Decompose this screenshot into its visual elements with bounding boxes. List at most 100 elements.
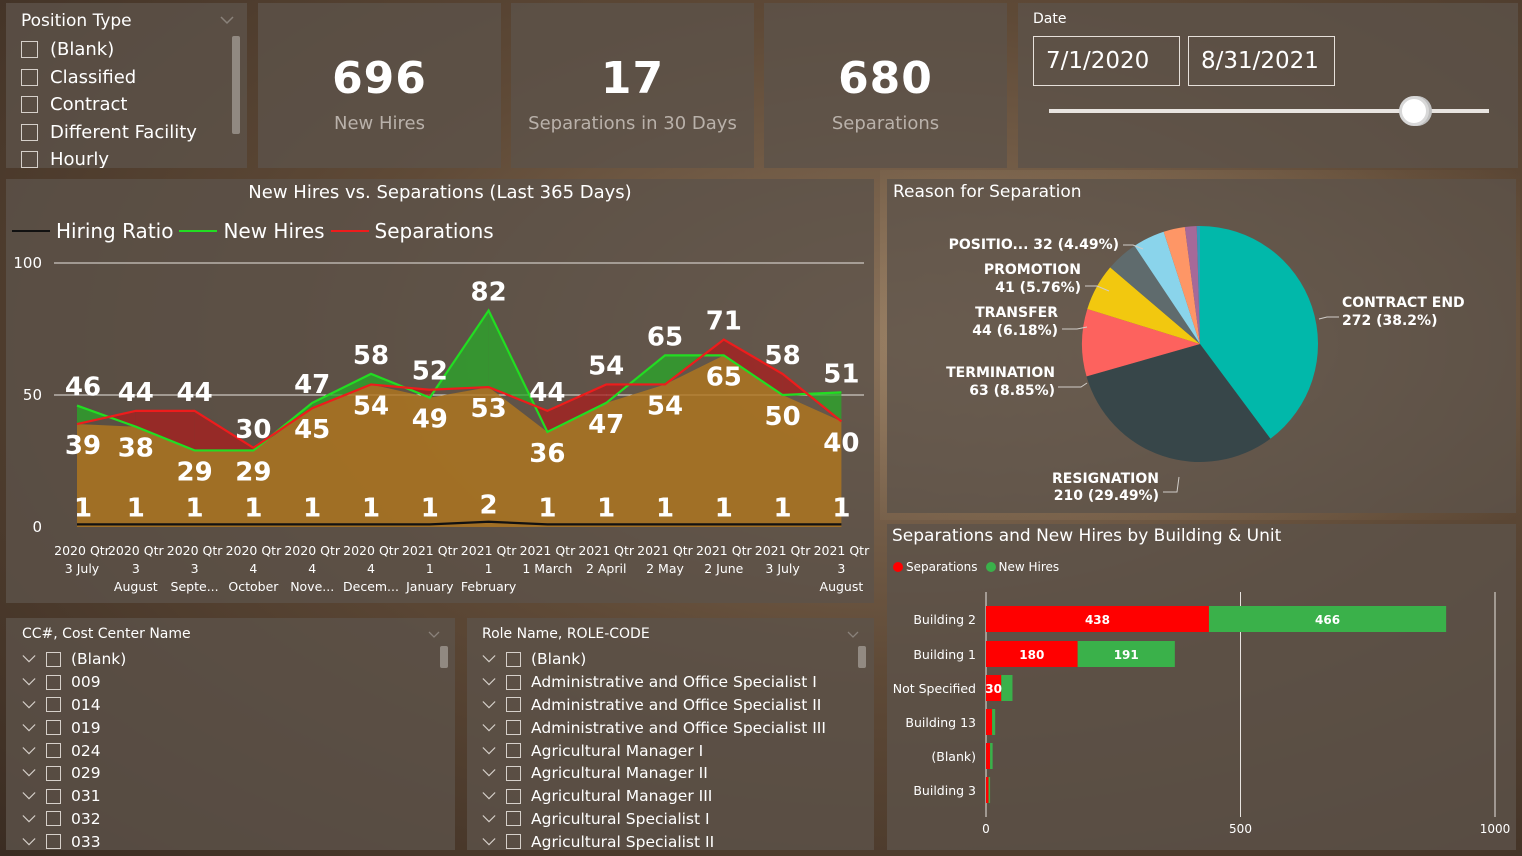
card-label: New Hires	[334, 113, 425, 134]
card-separations-30-days: 17 Separations in 30 Days	[511, 3, 754, 168]
x-tick-label: October	[228, 579, 279, 594]
checkbox-icon[interactable]	[21, 151, 38, 168]
new-hires-bar[interactable]	[1001, 675, 1013, 701]
expand-chevron-icon[interactable]	[22, 766, 36, 780]
expand-chevron-icon[interactable]	[482, 835, 496, 849]
slicer-option[interactable]: (Blank)	[22, 648, 126, 671]
slicer-option[interactable]: Agricultural Manager II	[482, 762, 826, 785]
checkbox-icon[interactable]	[46, 651, 61, 667]
checkbox-icon[interactable]	[46, 697, 61, 713]
expand-chevron-icon[interactable]	[22, 721, 36, 735]
bar-chart-plot[interactable]: 0 500 1000 Building 2 438 466 Building 1 180 191…	[887, 524, 1516, 850]
expand-chevron-icon[interactable]	[22, 652, 36, 666]
slicer-option[interactable]: 031	[22, 785, 126, 808]
line-chart-plot[interactable]: 0501004639138441294412930147451585414952…	[6, 179, 874, 603]
expand-chevron-icon[interactable]	[22, 698, 36, 712]
expand-chevron-icon[interactable]	[482, 652, 496, 666]
position-type-option[interactable]: Contract	[21, 91, 231, 119]
chevron-down-icon[interactable]	[428, 631, 440, 639]
slicer-option[interactable]: 009	[22, 671, 126, 694]
expand-chevron-icon[interactable]	[482, 812, 496, 826]
card-label: Separations in 30 Days	[528, 113, 737, 134]
checkbox-icon[interactable]	[506, 765, 521, 781]
pie-callout-value: 63 (8.85%)	[969, 383, 1055, 399]
checkbox-icon[interactable]	[46, 674, 61, 690]
expand-chevron-icon[interactable]	[22, 675, 36, 689]
slicer-option[interactable]: Administrative and Office Specialist II	[482, 694, 826, 717]
checkbox-icon[interactable]	[46, 765, 61, 781]
slicer-option[interactable]: 014	[22, 694, 126, 717]
slicer-option[interactable]: (Blank)	[482, 648, 826, 671]
checkbox-icon[interactable]	[46, 720, 61, 736]
separations-bar[interactable]	[986, 743, 991, 769]
slicer-option[interactable]: Administrative and Office Specialist I	[482, 671, 826, 694]
expand-chevron-icon[interactable]	[482, 721, 496, 735]
date-slicer-label: Date	[1033, 11, 1067, 27]
hiring-ratio-data-label: 1	[303, 493, 321, 523]
checkbox-icon[interactable]	[506, 651, 521, 667]
checkbox-icon[interactable]	[506, 743, 521, 759]
date-end-input[interactable]: 8/31/2021	[1188, 36, 1335, 86]
hiring-ratio-data-label: 1	[774, 493, 792, 523]
expand-chevron-icon[interactable]	[482, 698, 496, 712]
separations-bar[interactable]	[986, 777, 989, 803]
checkbox-icon[interactable]	[46, 834, 61, 850]
chevron-down-icon[interactable]	[220, 15, 234, 25]
slicer-option[interactable]: Agricultural Manager III	[482, 785, 826, 808]
new-hires-bar[interactable]	[990, 743, 993, 769]
option-label: (Blank)	[50, 39, 115, 61]
chevron-down-icon[interactable]	[847, 631, 859, 639]
date-slider-handle[interactable]	[1399, 96, 1430, 126]
checkbox-icon[interactable]	[21, 123, 38, 141]
slicer-option[interactable]: Agricultural Specialist I	[482, 808, 826, 831]
hiring-ratio-data-label: 1	[715, 493, 733, 523]
checkbox-icon[interactable]	[506, 811, 521, 827]
new-hires-bar[interactable]	[992, 709, 996, 735]
expand-chevron-icon[interactable]	[22, 789, 36, 803]
option-label: 032	[71, 809, 101, 828]
date-start-input[interactable]: 7/1/2020	[1033, 36, 1180, 86]
position-type-option[interactable]: Classified	[21, 64, 231, 92]
cost-center-scrollbar[interactable]	[440, 646, 448, 668]
separations-data-label: 54	[588, 351, 624, 381]
slicer-option[interactable]: 019	[22, 716, 126, 739]
expand-chevron-icon[interactable]	[482, 766, 496, 780]
slicer-option[interactable]: Agricultural Manager I	[482, 739, 826, 762]
checkbox-icon[interactable]	[21, 41, 38, 59]
x-tick-label: 2021 Qtr	[520, 543, 577, 558]
checkbox-icon[interactable]	[46, 811, 61, 827]
separations-bar[interactable]	[986, 709, 993, 735]
checkbox-icon[interactable]	[21, 96, 38, 114]
checkbox-icon[interactable]	[506, 674, 521, 690]
checkbox-icon[interactable]	[46, 788, 61, 804]
slicer-option[interactable]: Administrative and Office Specialist III	[482, 716, 826, 739]
expand-chevron-icon[interactable]	[22, 744, 36, 758]
checkbox-icon[interactable]	[506, 697, 521, 713]
new-hires-bar[interactable]	[988, 777, 991, 803]
expand-chevron-icon[interactable]	[482, 744, 496, 758]
pie-chart-plot[interactable]: POSITIO... 32 (4.49%) PROMOTION 41 (5.76%)…	[887, 179, 1516, 513]
new-hires-data-label: 82	[471, 278, 507, 308]
checkbox-icon[interactable]	[21, 68, 38, 86]
slicer-option[interactable]: Agricultural Specialist II	[482, 830, 826, 850]
expand-chevron-icon[interactable]	[22, 835, 36, 849]
expand-chevron-icon[interactable]	[482, 675, 496, 689]
position-type-option[interactable]: Different Facility	[21, 119, 231, 147]
role-name-scrollbar[interactable]	[858, 646, 866, 668]
option-label: Agricultural Manager II	[531, 764, 708, 783]
checkbox-icon[interactable]	[506, 834, 521, 850]
position-type-scrollbar[interactable]	[232, 36, 240, 134]
expand-chevron-icon[interactable]	[22, 812, 36, 826]
separations-data-label: 71	[706, 307, 742, 337]
checkbox-icon[interactable]	[506, 720, 521, 736]
slicer-option[interactable]: 033	[22, 830, 126, 850]
checkbox-icon[interactable]	[46, 743, 61, 759]
position-type-option[interactable]: Hourly	[21, 146, 231, 168]
slicer-option[interactable]: 029	[22, 762, 126, 785]
option-label: 029	[71, 764, 101, 783]
expand-chevron-icon[interactable]	[482, 789, 496, 803]
slicer-option[interactable]: 032	[22, 808, 126, 831]
slicer-option[interactable]: 024	[22, 739, 126, 762]
checkbox-icon[interactable]	[506, 788, 521, 804]
position-type-option[interactable]: (Blank)	[21, 36, 231, 64]
